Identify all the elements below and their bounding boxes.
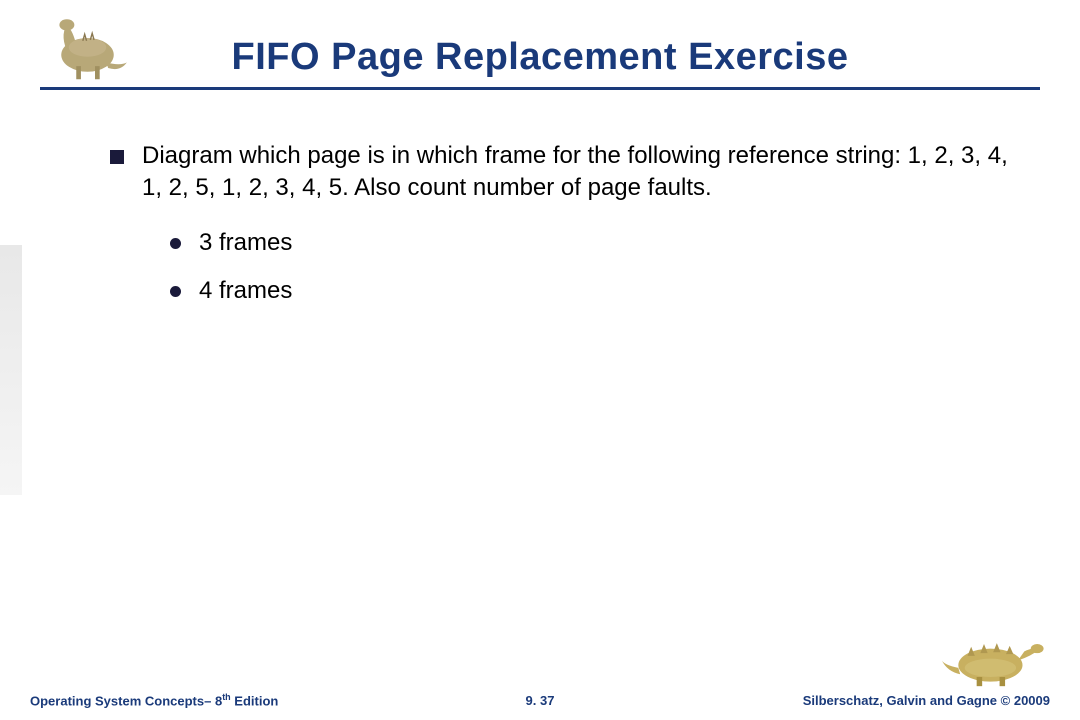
slide-footer: Operating System Concepts– 8th Edition 9… [30,692,1050,708]
footer-book-title: Operating System Concepts– 8th Edition [30,692,278,708]
slide-title: FIFO Page Replacement Exercise [40,18,1040,79]
dinosaur-bottom-icon [940,633,1050,688]
sub-bullet-text: 4 frames [199,275,292,307]
main-bullet-item: Diagram which page is in which frame for… [110,140,1020,205]
footer-edition-word: Edition [231,693,279,708]
round-bullet-icon [170,286,181,297]
sub-bullet-text: 3 frames [199,227,292,259]
slide-header: FIFO Page Replacement Exercise [40,18,1040,90]
sub-bullet-item: 4 frames [170,275,1020,307]
footer-copyright: Silberschatz, Galvin and Gagne © 20009 [803,693,1050,708]
dinosaur-top-icon [40,8,135,83]
sub-bullet-item: 3 frames [170,227,1020,259]
title-underline [40,87,1040,90]
round-bullet-icon [170,238,181,249]
footer-book-name: Operating System Concepts– [30,693,215,708]
footer-edition-ordinal: th [222,692,231,702]
sub-bullet-list: 3 frames 4 frames [170,227,1020,308]
square-bullet-icon [110,150,124,164]
slide-content: Diagram which page is in which frame for… [110,140,1020,324]
side-gradient-strip [0,245,22,495]
main-bullet-text: Diagram which page is in which frame for… [142,140,1020,205]
footer-page-number: 9. 37 [526,693,555,708]
